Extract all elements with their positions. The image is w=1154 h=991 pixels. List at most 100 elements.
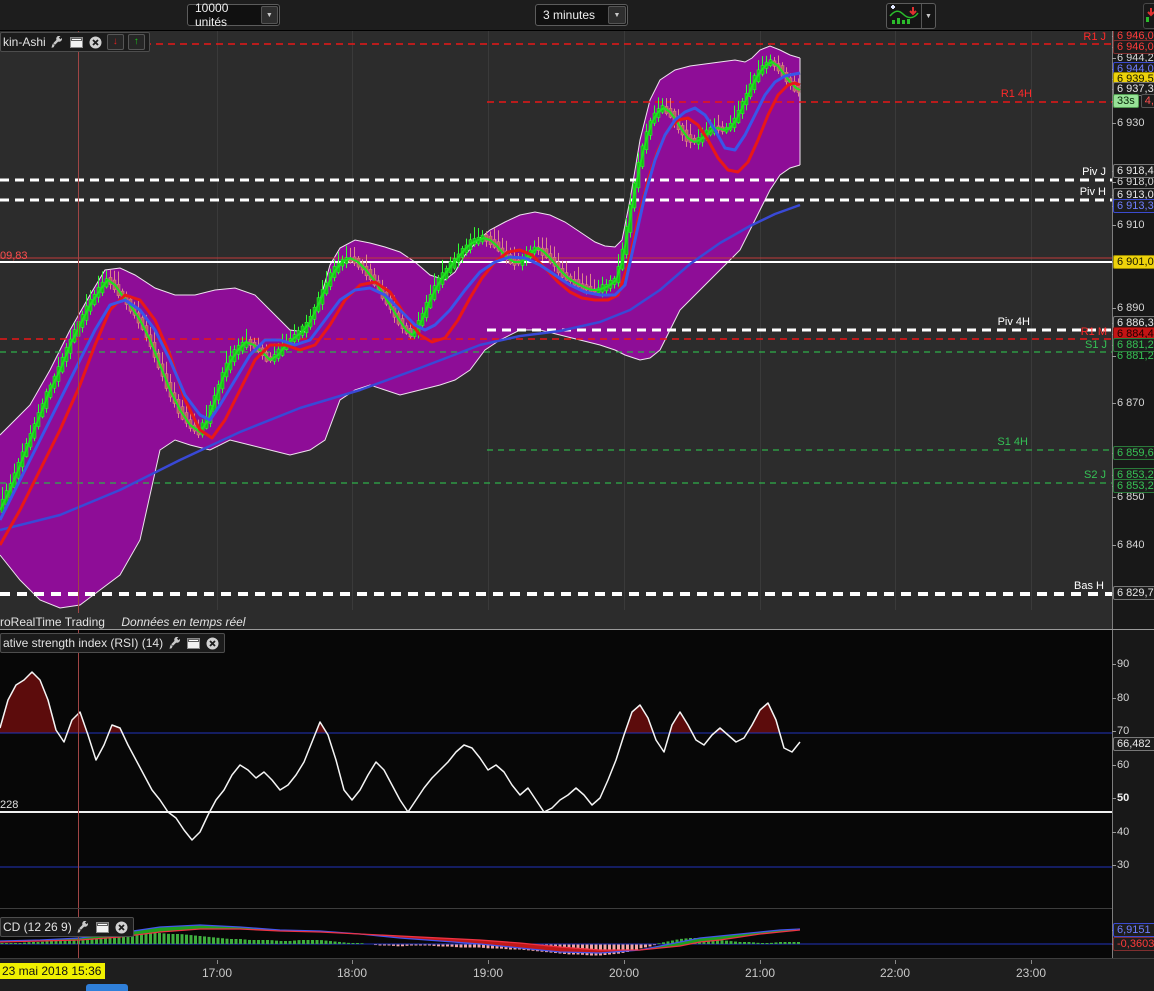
price-axis-label: 6 881,25 xyxy=(1113,338,1154,352)
chart-graphics[interactable] xyxy=(0,0,1154,991)
time-axis-tick xyxy=(760,960,761,964)
rsi-axis-tick xyxy=(1112,832,1116,833)
time-axis-tick xyxy=(488,960,489,964)
time-axis-label: 21:00 xyxy=(744,966,776,980)
panel-separator xyxy=(0,908,1112,909)
price-axis-label: 6 840 xyxy=(1117,539,1145,551)
level-label-bas-h: Bas H xyxy=(1074,580,1104,592)
chevron-down-icon[interactable]: ▼ xyxy=(260,6,278,24)
price-axis-tick xyxy=(1112,308,1116,309)
brand-bar: roRealTime Trading Données en temps réel xyxy=(0,613,1112,629)
chart-type-button[interactable]: ▼ xyxy=(886,3,936,29)
level-label-r1-m: R1 M xyxy=(1080,326,1107,338)
rsi-axis-tick xyxy=(1112,698,1116,699)
panel-separator xyxy=(0,958,1154,959)
rsi-axis-tick xyxy=(1112,798,1116,799)
top-toolbar: 10000 unités ▼ 3 minutes ▼ ▼ xyxy=(0,0,1154,31)
rsi-axis-label: 70 xyxy=(1117,725,1130,737)
time-axis-label: 19:00 xyxy=(472,966,504,980)
price-axis-label: 6 829,75 xyxy=(1113,586,1154,600)
rsi-axis-label: 50 xyxy=(1117,792,1130,804)
close-icon[interactable] xyxy=(114,920,129,934)
candle-countdown: 33s4,92 xyxy=(1113,94,1154,108)
rsi-axis-tick xyxy=(1112,664,1116,665)
time-axis-tick xyxy=(352,960,353,964)
price-axis-tick xyxy=(1112,545,1116,546)
time-axis-tick xyxy=(895,960,896,964)
rsi-axis-tick xyxy=(1112,731,1116,732)
rsi-axis-label: 30 xyxy=(1117,859,1130,871)
rsi-current-value: 66,482 xyxy=(1113,737,1154,751)
rsi-axis-tick xyxy=(1112,765,1116,766)
time-axis-label: 23:00 xyxy=(1015,966,1047,980)
price-axis-tick xyxy=(1112,225,1116,226)
timeframe-select[interactable]: 3 minutes ▼ xyxy=(535,4,628,26)
rsi-indicator-header: ative strength index (RSI) (14) xyxy=(0,633,226,653)
trading-app-window: { "toolbar": { "units_value": "10000 uni… xyxy=(0,0,1154,991)
realtime-status-text: Données en temps réel xyxy=(121,615,246,629)
rsi-axis-label: 80 xyxy=(1117,692,1130,704)
price-axis-tick xyxy=(1112,356,1116,357)
cursor-date-label: 23 mai 2018 15:36 xyxy=(0,963,106,979)
settings-wrench-icon[interactable] xyxy=(50,35,65,49)
indicator-label: ative strength index (RSI) (14) xyxy=(3,636,164,650)
chevron-down-icon[interactable]: ▼ xyxy=(921,4,935,28)
chevron-down-icon[interactable]: ▼ xyxy=(608,6,626,24)
level-label-r1-j: R1 J xyxy=(1083,31,1106,43)
price-axis-label: 6 859,67 xyxy=(1113,446,1154,460)
price-axis-tick xyxy=(1112,58,1116,59)
change-value: 4,92 xyxy=(1140,94,1154,108)
panel-separator xyxy=(0,629,1154,630)
macd-axis-label: 6,9151 xyxy=(1113,923,1154,937)
indicator-label: kin-Ashi xyxy=(3,35,46,49)
close-icon[interactable] xyxy=(205,636,220,650)
level-label-piv-h: Piv H xyxy=(1079,186,1106,198)
price-axis-label: 6 930 xyxy=(1117,117,1145,129)
left-price-label: 09,83 xyxy=(0,250,28,262)
price-axis-tick xyxy=(1112,123,1116,124)
level-label-piv-j: Piv J xyxy=(1082,166,1106,178)
rsi-axis-label: 90 xyxy=(1117,658,1130,670)
macd-indicator-header: CD (12 26 9) xyxy=(0,917,134,937)
level-label-r1-4h: R1 4H xyxy=(1000,88,1032,100)
settings-wrench-icon[interactable] xyxy=(76,920,91,934)
window-icon[interactable] xyxy=(95,920,110,934)
brand-text: roRealTime Trading xyxy=(0,615,105,629)
settings-wrench-icon[interactable] xyxy=(167,636,182,650)
window-icon[interactable] xyxy=(69,35,84,49)
units-select[interactable]: 10000 unités ▼ xyxy=(187,1,280,29)
rsi-axis-label: 60 xyxy=(1117,759,1130,771)
indicator-label: CD (12 26 9) xyxy=(3,920,72,934)
time-axis-label: 20:00 xyxy=(608,966,640,980)
level-label-s2-j: S2 J xyxy=(1083,469,1106,481)
sell-arrow-icon[interactable]: ↓ xyxy=(106,34,124,50)
rsi-axis-label: 40 xyxy=(1117,826,1130,838)
buy-arrow-icon[interactable]: ↑ xyxy=(127,34,145,50)
price-axis-tick xyxy=(1112,403,1116,404)
countdown-timer: 33s xyxy=(1113,94,1139,108)
price-axis-tick xyxy=(1112,497,1116,498)
heikin-ashi-indicator-header: kin-Ashi ↓ ↑ xyxy=(0,32,150,52)
rsi-axis-tick xyxy=(1112,865,1116,866)
level-label-piv-4h: Piv 4H xyxy=(997,316,1030,328)
timeframe-value: 3 minutes xyxy=(543,8,596,22)
time-axis-tick xyxy=(217,960,218,964)
window-icon[interactable] xyxy=(186,636,201,650)
price-axis-label: 6 910 xyxy=(1117,219,1145,231)
chart-type-icon xyxy=(889,5,919,24)
price-axis-label: 6 946,00 xyxy=(1113,40,1154,54)
macd-axis-label: -0,3603 xyxy=(1113,937,1154,951)
time-axis-tick xyxy=(1031,960,1032,964)
close-icon[interactable] xyxy=(88,35,103,49)
price-axis-label: 6 901,00 xyxy=(1113,255,1154,269)
price-axis-label: 6 870 xyxy=(1117,397,1145,409)
units-value: 10000 unités xyxy=(195,1,229,29)
taskbar-button-sliver[interactable] xyxy=(86,984,128,991)
price-axis-label: 6 918,45 xyxy=(1113,164,1154,178)
price-axis-tick xyxy=(1112,182,1116,183)
time-axis-label: 17:00 xyxy=(201,966,233,980)
clipped-toolbar-button[interactable] xyxy=(1143,3,1154,29)
time-axis-tick xyxy=(624,960,625,964)
price-axis-label: 6 890 xyxy=(1117,302,1145,314)
time-axis-label: 22:00 xyxy=(879,966,911,980)
